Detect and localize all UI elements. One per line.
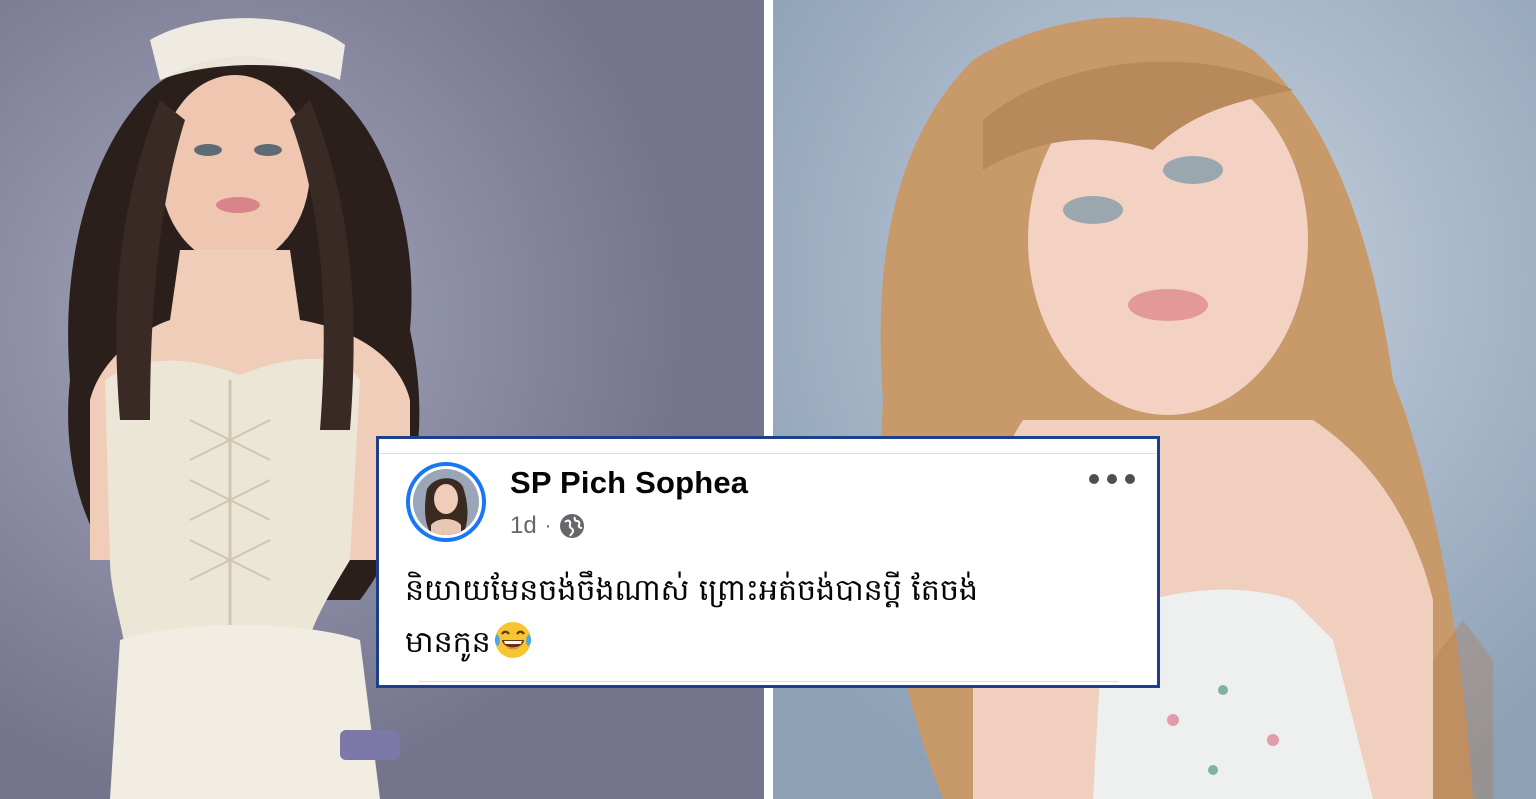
avatar-image	[413, 469, 479, 535]
post-top-divider	[379, 453, 1157, 454]
more-dot	[1125, 474, 1135, 484]
post-text-line-2: មានកូន	[405, 625, 491, 660]
laughing-tears-emoji-icon	[494, 622, 531, 658]
more-dot	[1107, 474, 1117, 484]
post-bottom-divider	[419, 681, 1119, 682]
post-text-line-1: និយាយមែនចង់ចឹងណាស់ ព្រោះអត់ចង់បានប្ដី តែ…	[405, 573, 978, 608]
globe-icon[interactable]	[559, 513, 585, 539]
meta-separator: ·	[544, 514, 552, 537]
more-dot	[1089, 474, 1099, 484]
post-timestamp[interactable]: 1d	[510, 512, 537, 540]
image-stage: SP Pich Sophea 1d · និយាយមែនចង់ចឹងណាស់ ព…	[0, 0, 1536, 799]
post-message: និយាយមែនចង់ចឹងណាស់ ព្រោះអត់ចង់បានប្ដី តែ…	[405, 565, 1105, 669]
post-meta: 1d ·	[510, 512, 585, 540]
author-avatar[interactable]	[406, 462, 486, 542]
facebook-post-card: SP Pich Sophea 1d · និយាយមែនចង់ចឹងណាស់ ព…	[376, 436, 1160, 688]
more-options-icon[interactable]	[1089, 467, 1135, 491]
author-name[interactable]: SP Pich Sophea	[510, 465, 748, 501]
post-text-line-2-wrapper: មានកូន	[405, 617, 1105, 669]
